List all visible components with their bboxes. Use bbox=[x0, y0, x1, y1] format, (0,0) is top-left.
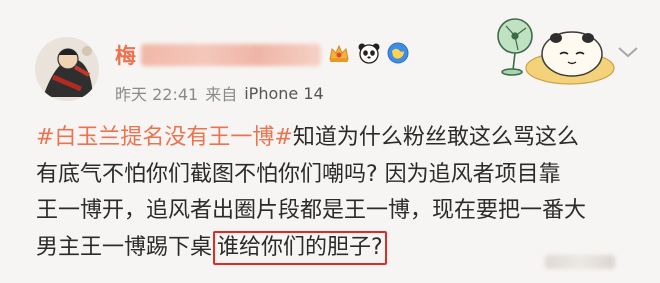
weibo-post-card: 梅 昨天 22:41 来自 iPhone 14 #白玉兰提名没有王一博#知道为什… bbox=[0, 0, 660, 283]
device-source[interactable]: iPhone 14 bbox=[244, 84, 323, 103]
chevron-down-icon[interactable] bbox=[616, 44, 640, 64]
text-line-1: #白玉兰提名没有王一博#知道为什么粉丝敢这么骂这么 bbox=[36, 120, 636, 157]
post-meta: 昨天 22:41 来自 iPhone 14 bbox=[115, 81, 324, 105]
watermark-blur bbox=[545, 255, 615, 269]
verified-globe-icon bbox=[387, 42, 409, 68]
text-line-3: 王一博开，追风者出圈片段都是王一博，现在要把一番大 bbox=[36, 198, 587, 223]
fan-panda-decoration bbox=[497, 18, 615, 85]
username-row: 梅 bbox=[115, 40, 409, 70]
username[interactable]: 梅 bbox=[115, 40, 137, 70]
highlighted-phrase: 谁给你们的胆子? bbox=[213, 230, 387, 265]
text-line-1-rest: 知道为什么粉丝敢这么骂这么 bbox=[292, 125, 579, 150]
post-text: #白玉兰提名没有王一博#知道为什么粉丝敢这么骂这么 有底气不怕你们截图不怕你们嘲… bbox=[36, 120, 636, 266]
avatar[interactable] bbox=[35, 37, 99, 101]
panda-icon bbox=[357, 41, 381, 69]
timestamp: 昨天 22:41 bbox=[115, 85, 199, 104]
hashtag-link[interactable]: #白玉兰提名没有王一博# bbox=[36, 125, 293, 150]
name-blur bbox=[141, 44, 321, 66]
source-prefix: 来自 bbox=[205, 85, 238, 104]
text-line-2: 有底气不怕你们截图不怕你们嘲吗? 因为追风者项目靠 bbox=[36, 161, 561, 187]
text-line-4-before: 男主王一博踢下桌 bbox=[36, 234, 213, 260]
crown-badge-icon bbox=[327, 41, 351, 69]
